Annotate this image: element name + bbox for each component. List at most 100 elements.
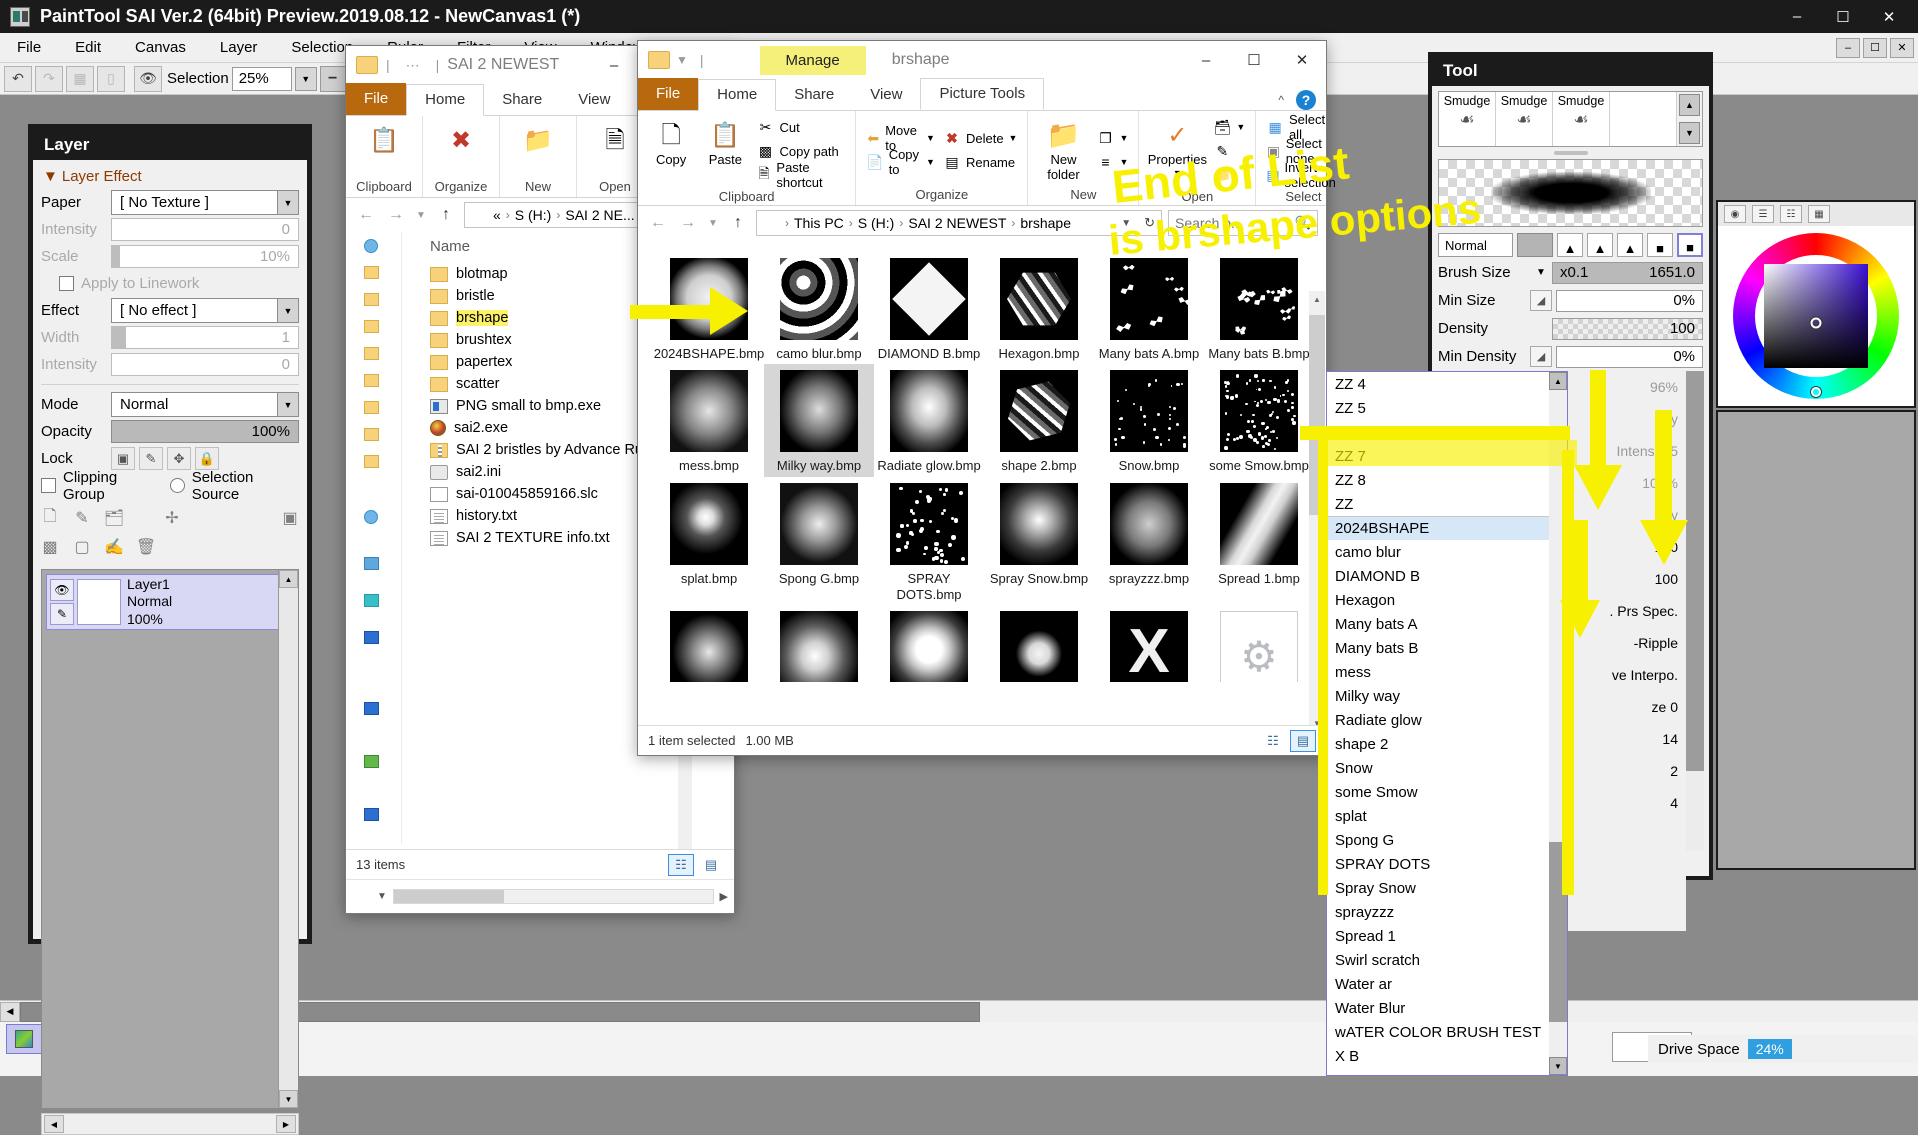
open-with-button[interactable]: 🗃 ▼ bbox=[1209, 115, 1249, 139]
redo-icon[interactable]: ↷ bbox=[35, 66, 63, 92]
layer-options-icon[interactable]: ▣ bbox=[279, 507, 301, 529]
file-grid-item[interactable]: shape 2.bmp bbox=[984, 364, 1094, 476]
up-icon[interactable]: ↑ bbox=[726, 211, 750, 235]
lock-paint-icon[interactable]: ✎ bbox=[139, 447, 163, 470]
file-grid-item[interactable]: Snow.bmp bbox=[1094, 364, 1204, 476]
search-input[interactable]: Search b... 🔍 bbox=[1168, 210, 1318, 236]
scroll-down-icon[interactable]: ▼ bbox=[1549, 1057, 1567, 1075]
selection-source-radio[interactable] bbox=[170, 478, 185, 493]
menu-edit[interactable]: Edit bbox=[58, 39, 118, 56]
intensity-input[interactable]: 0 bbox=[111, 218, 299, 241]
brush-tile-smudge-1[interactable]: Smudge ☙ bbox=[1439, 92, 1496, 146]
shape-triangle-wide-icon[interactable]: ▲ bbox=[1587, 233, 1613, 257]
chevron-down-icon[interactable]: ▼ bbox=[1009, 133, 1018, 143]
merge-down-icon[interactable]: ▩ bbox=[39, 536, 61, 558]
dropdown-item[interactable]: Milky way bbox=[1327, 684, 1567, 708]
recent-locations-icon[interactable]: ▼ bbox=[706, 211, 720, 235]
brush-tile-smudge-3[interactable]: Smudge ☙ bbox=[1553, 92, 1610, 146]
brush-shape-dropdown-list[interactable]: ZZ 4 ZZ 5 ZZ 6 ZZ 7 ZZ 8 ZZ 2024BSHAPE camo blu… bbox=[1326, 371, 1568, 1076]
clear-layer-icon[interactable]: ✍ bbox=[103, 536, 125, 558]
width-slider[interactable]: 1 bbox=[111, 326, 299, 349]
dropdown-item[interactable]: some Smow bbox=[1327, 780, 1567, 804]
chevron-down-icon[interactable]: ▼ bbox=[1119, 157, 1128, 167]
dropdown-item[interactable]: X B bbox=[1327, 1044, 1567, 1068]
layer-list-horizontal-scrollbar[interactable]: ◀ ▶ bbox=[41, 1113, 299, 1135]
properties-button[interactable]: ✓ Properties ▼ bbox=[1145, 115, 1209, 187]
file-grid-item[interactable]: DIAMOND B.bmp bbox=[874, 252, 984, 364]
scroll-down-icon[interactable]: ▼ bbox=[279, 1090, 298, 1108]
explorer-small-bottom-scroll[interactable]: ▼ ▶ bbox=[346, 879, 734, 913]
layer-list[interactable]: 👁 ✎ Layer1 Normal 100% ▲ ▼ bbox=[41, 569, 299, 1109]
dropdown-item[interactable]: ZZ 5 bbox=[1327, 396, 1567, 420]
chevron-down-icon[interactable]: ▼ bbox=[926, 157, 935, 167]
delete-layer-icon[interactable]: 🗑 bbox=[135, 536, 157, 558]
file-grid-item[interactable]: some Smow.bmp bbox=[1204, 364, 1314, 476]
file-grid-item[interactable]: camo blur.bmp bbox=[764, 252, 874, 364]
scroll-up-icon[interactable]: ▲ bbox=[1679, 94, 1700, 116]
nav-item[interactable] bbox=[346, 394, 401, 421]
tab-view[interactable]: View bbox=[852, 80, 920, 110]
file-grid-item[interactable]: Spray Snow.bmp bbox=[984, 477, 1094, 606]
scroll-up-icon[interactable]: ▲ bbox=[279, 570, 298, 588]
dropdown-item[interactable]: Spread 1 bbox=[1327, 924, 1567, 948]
brush-size-input[interactable]: x0.1 1651.0 bbox=[1552, 262, 1703, 284]
paper-select[interactable]: [ No Texture ] ▼ bbox=[111, 190, 299, 215]
dropdown-item[interactable]: Many bats B bbox=[1327, 636, 1567, 660]
file-grid-item[interactable]: Water Blur.bmp bbox=[874, 605, 984, 682]
chevron-down-icon[interactable]: ▼ bbox=[1236, 122, 1245, 132]
nav-item-drive2[interactable] bbox=[346, 695, 401, 722]
scroll-thumb[interactable] bbox=[1549, 842, 1567, 1022]
scale-slider[interactable]: 10% bbox=[111, 245, 299, 268]
new-item-button[interactable]: ❐ ▼ bbox=[1092, 126, 1132, 150]
nav-item-drive[interactable] bbox=[346, 624, 401, 651]
brush-tile-strip[interactable]: Smudge ☙ Smudge ☙ Smudge ☙ ▲ ▼ bbox=[1438, 91, 1703, 147]
new-button[interactable]: 📁 bbox=[506, 120, 570, 177]
nav-item[interactable] bbox=[346, 259, 401, 286]
address-breadcrumb[interactable]: › This PC › S (H:) › SAI 2 NEWEST › brsh… bbox=[756, 210, 1162, 236]
invert-selection-button[interactable]: ▤ Invert selection bbox=[1262, 163, 1344, 187]
chevron-down-icon[interactable]: ▼ bbox=[277, 299, 298, 322]
dropdown-item[interactable]: ZZ 7 bbox=[1327, 444, 1567, 468]
menu-canvas[interactable]: Canvas bbox=[118, 39, 203, 56]
dropdown-item[interactable]: Many bats A bbox=[1327, 612, 1567, 636]
chevron-down-icon[interactable]: ▼ bbox=[277, 393, 298, 416]
duplicate-icon[interactable]: ▢ bbox=[71, 536, 93, 558]
brush-tile-smudge-2[interactable]: Smudge ☙ bbox=[1496, 92, 1553, 146]
dropdown-item[interactable]: sprayzzz bbox=[1327, 900, 1567, 924]
breadcrumb-thispc[interactable]: This PC bbox=[794, 215, 844, 231]
nav-item[interactable] bbox=[346, 286, 401, 313]
back-icon[interactable]: ← bbox=[354, 203, 378, 227]
tab-home[interactable]: Home bbox=[406, 84, 484, 116]
min-density-input[interactable]: 0% bbox=[1556, 346, 1703, 368]
zoom-dropdown-icon[interactable]: ▼ bbox=[295, 67, 317, 91]
chevron-down-icon[interactable]: ▼ bbox=[1173, 168, 1182, 178]
new-folder-button[interactable]: 📁 New folder bbox=[1034, 115, 1092, 185]
file-grid-scrollbar[interactable]: ▲ ▼ bbox=[1309, 291, 1325, 731]
nav-item-blue2[interactable] bbox=[346, 801, 401, 828]
nav-item-onedrive[interactable] bbox=[346, 503, 401, 530]
file-grid[interactable]: 2024BSHAPE.bmp camo blur.bmp DIAMOND B.bmp… bbox=[638, 240, 1326, 682]
min-size-input[interactable]: 0% bbox=[1556, 290, 1703, 312]
apply-linework-checkbox[interactable] bbox=[59, 276, 74, 291]
tab-file[interactable]: File bbox=[638, 78, 698, 110]
dropdown-item[interactable]: Snow bbox=[1327, 756, 1567, 780]
brush-blend-mode[interactable]: Normal bbox=[1438, 233, 1513, 257]
dropdown-scrollbar[interactable]: ▲ ▼ bbox=[1549, 372, 1567, 1075]
close-button[interactable]: ✕ bbox=[1866, 0, 1912, 33]
scroll-down-icon[interactable]: ▼ bbox=[1679, 122, 1700, 144]
layer-effect-header[interactable]: ▼ Layer Effect bbox=[43, 168, 299, 185]
dropdown-item[interactable]: splat bbox=[1327, 804, 1567, 828]
new-folder-icon[interactable]: 🗂 bbox=[103, 507, 125, 529]
cut-button[interactable]: ✂ Cut bbox=[753, 115, 850, 139]
dropdown-item[interactable]: ZZ 8 bbox=[1327, 468, 1567, 492]
minimize-button[interactable]: – bbox=[1774, 0, 1820, 33]
scroll-left-icon[interactable]: ◀ bbox=[44, 1115, 64, 1133]
scroll-thumb[interactable] bbox=[394, 890, 504, 903]
quick-access-icon[interactable]: ⋯ bbox=[406, 57, 420, 74]
dropdown-item[interactable]: camo blur bbox=[1327, 540, 1567, 564]
shape-trapezoid-icon[interactable]: ▲ bbox=[1617, 233, 1643, 257]
file-grid-item[interactable]: Spread 1.bmp bbox=[1204, 477, 1314, 606]
chevron-down-icon[interactable]: ▼ bbox=[1121, 218, 1131, 229]
chevron-up-icon[interactable]: ^ bbox=[1278, 93, 1284, 107]
scroll-right-icon[interactable]: ▶ bbox=[276, 1115, 296, 1133]
